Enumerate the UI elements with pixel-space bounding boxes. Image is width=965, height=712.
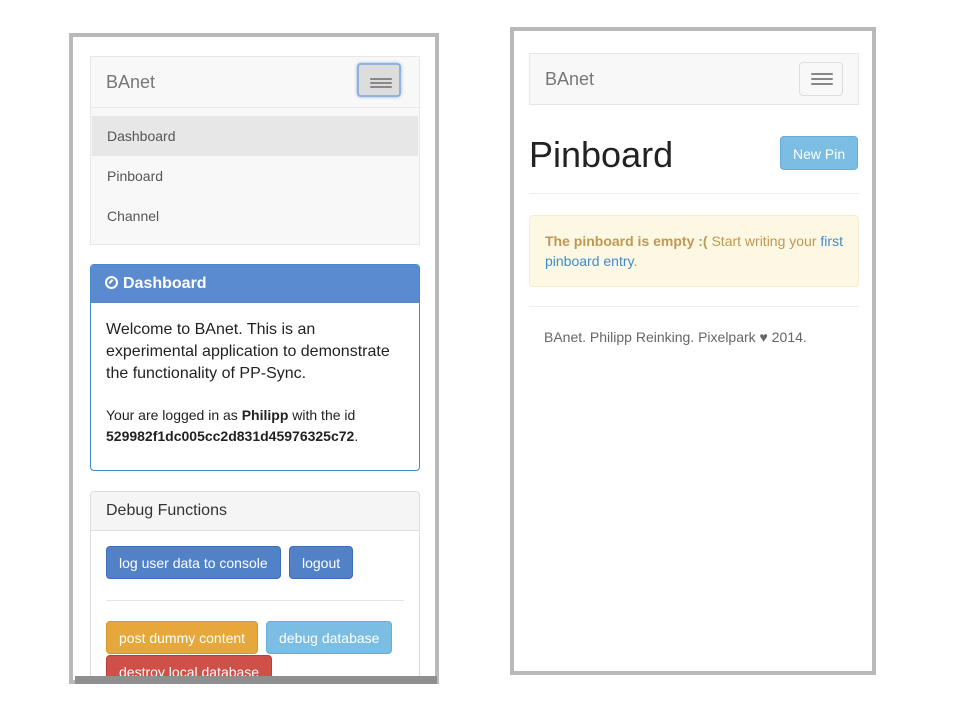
footer-text: BAnet. Philipp Reinking. Pixelpark ♥ 201… bbox=[544, 329, 807, 345]
login-prefix: Your are logged in as bbox=[106, 407, 242, 423]
brand-link[interactable]: BAnet bbox=[106, 72, 155, 93]
login-info: Your are logged in as Philipp with the i… bbox=[106, 405, 411, 447]
navbar: BAnet bbox=[529, 53, 859, 105]
new-pin-button[interactable]: New Pin bbox=[780, 136, 859, 170]
user-id: 529982f1dc005cc2d831d45976325c72 bbox=[106, 428, 355, 444]
title-divider bbox=[529, 193, 859, 194]
log-user-data-button[interactable]: log user data to console bbox=[106, 546, 281, 579]
alert-heading: The pinboard is empty :( bbox=[545, 233, 708, 249]
empty-pinboard-alert: The pinboard is empty :( Start writing y… bbox=[529, 215, 859, 287]
username: Philipp bbox=[241, 407, 289, 423]
navbar: BAnet Dashboard Pinboard Channel bbox=[90, 56, 420, 245]
logout-button[interactable]: logout bbox=[289, 546, 354, 579]
navbar-divider bbox=[91, 107, 419, 108]
left-device-frame: BAnet Dashboard Pinboard Channel Dashboa… bbox=[69, 33, 439, 684]
dashboard-panel: Dashboard Welcome to BAnet. This is an e… bbox=[90, 264, 420, 471]
debug-database-button[interactable]: debug database bbox=[266, 621, 393, 654]
menu-toggle-button[interactable] bbox=[799, 62, 843, 96]
hamburger-icon bbox=[811, 73, 833, 75]
menu-item-channel[interactable]: Channel bbox=[92, 196, 418, 236]
hamburger-icon-bar bbox=[370, 86, 392, 88]
alert-text: Start writing your bbox=[707, 233, 821, 249]
debug-divider bbox=[106, 600, 404, 601]
scrollbar-bottom bbox=[75, 676, 437, 684]
menu-toggle-button[interactable] bbox=[357, 63, 401, 97]
hamburger-icon-bar bbox=[370, 82, 392, 84]
id-prefix: with the id bbox=[288, 407, 356, 423]
menu-item-pinboard[interactable]: Pinboard bbox=[92, 156, 418, 196]
debug-panel: Debug Functions log user data to console… bbox=[90, 491, 420, 680]
right-device-frame: BAnet Pinboard New Pin The pinboard is e… bbox=[510, 27, 876, 675]
login-period: . bbox=[354, 428, 359, 444]
dashboard-panel-heading: Dashboard bbox=[91, 265, 419, 303]
welcome-text: Welcome to BAnet. This is an experimenta… bbox=[106, 321, 390, 382]
page-title: Pinboard bbox=[529, 134, 674, 175]
hamburger-icon bbox=[370, 78, 392, 80]
footer-divider bbox=[529, 306, 859, 307]
hamburger-icon-bar bbox=[811, 83, 833, 85]
menu-item-dashboard[interactable]: Dashboard bbox=[92, 116, 418, 156]
dashboard-icon bbox=[105, 276, 118, 289]
alert-end: . bbox=[633, 253, 638, 269]
debug-panel-title: Debug Functions bbox=[91, 492, 419, 531]
post-dummy-content-button[interactable]: post dummy content bbox=[106, 621, 259, 654]
dashboard-panel-title: Dashboard bbox=[123, 275, 207, 292]
brand-link[interactable]: BAnet bbox=[545, 69, 594, 90]
hamburger-icon-bar bbox=[811, 78, 833, 80]
